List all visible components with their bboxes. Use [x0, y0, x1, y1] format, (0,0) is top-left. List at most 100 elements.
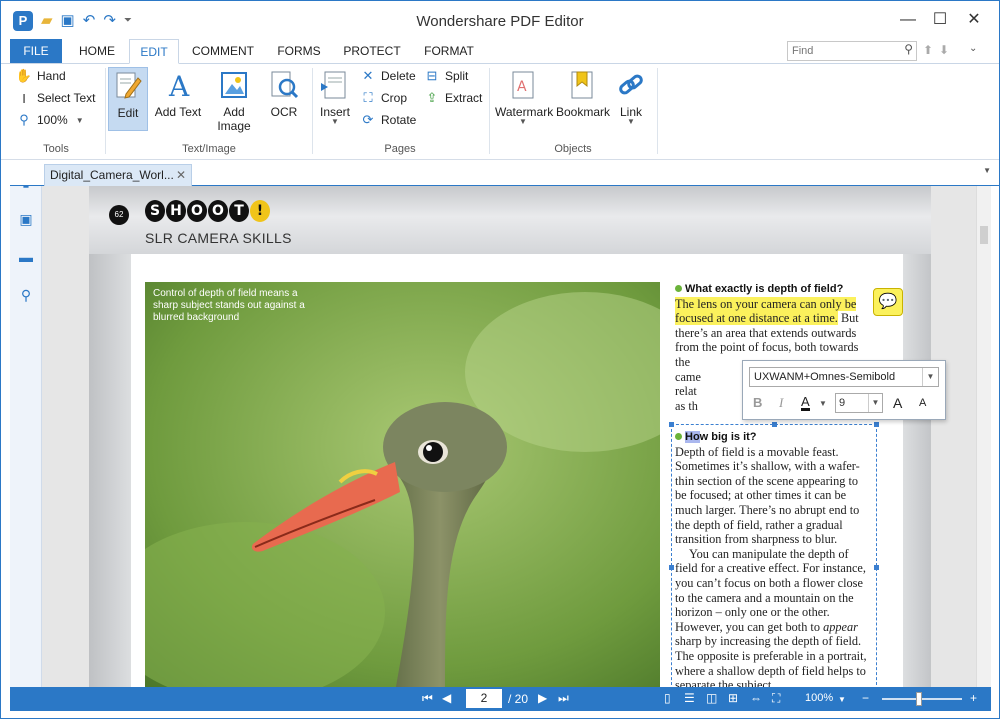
find-input[interactable] [788, 42, 896, 60]
body-paragraph: You can manipulate the depth of field fo… [675, 547, 871, 687]
zoom-dropdown[interactable]: ⚲ 100% ▼ [15, 110, 83, 130]
page-total: / 20 [508, 692, 529, 706]
page-number-badge: 62 [109, 205, 129, 225]
hand-tool-button[interactable]: ✋ Hand [15, 66, 66, 86]
resize-handle[interactable] [669, 422, 674, 427]
tab-forms[interactable]: FORMS [271, 39, 327, 64]
text-image-group-label: Text/Image [182, 143, 236, 155]
two-page-continuous-icon[interactable]: ⊞ [728, 691, 738, 705]
bookmarks-panel-icon[interactable]: ▣ [18, 211, 34, 227]
rotate-button[interactable]: ⟳ Rotate [359, 110, 417, 130]
font-size-value: 9 [839, 397, 846, 409]
bold-button[interactable]: B [753, 395, 762, 410]
chevron-down-icon: ▼ [627, 117, 635, 126]
svg-text:A: A [517, 79, 527, 95]
delete-page-button[interactable]: ✕ Delete [359, 66, 416, 86]
select-text-button[interactable]: I Select Text [15, 88, 95, 108]
tab-list-dropdown-icon[interactable]: ▼ [983, 166, 991, 175]
search-icon[interactable]: ⚲ [904, 42, 913, 56]
window-title: Wondershare PDF Editor [416, 13, 584, 30]
current-page-input[interactable]: 2 [466, 689, 502, 708]
resize-handle[interactable] [669, 565, 674, 570]
chevron-down-icon[interactable]: ▼ [922, 368, 938, 386]
close-button[interactable]: ✕ [959, 7, 989, 33]
font-name-value: UXWANM+Omnes-Semibold [754, 371, 896, 383]
find-previous-icon[interactable]: ⬆ [923, 43, 933, 57]
find-next-icon[interactable]: ⬇ [939, 43, 949, 57]
continuous-view-icon[interactable]: ☰ [684, 691, 695, 705]
watermark-button[interactable]: A Watermark ▼ [495, 67, 553, 131]
decrease-font-size-button[interactable]: A [919, 397, 926, 409]
tab-protect[interactable]: PROTECT [337, 39, 407, 64]
scrollbar-thumb[interactable] [980, 226, 988, 244]
selected-text[interactable]: Ho [685, 431, 700, 443]
previous-page-icon[interactable]: ◀ [442, 691, 451, 705]
font-size-select[interactable]: 9 ▼ [835, 393, 883, 413]
link-button[interactable]: Link ▼ [613, 67, 649, 131]
single-page-view-icon[interactable]: ▯ [664, 691, 671, 705]
tab-home[interactable]: HOME [71, 39, 123, 64]
document-viewport[interactable]: 62 S H O O T ! SLR CAMERA SKILLS Control… [42, 186, 976, 687]
increase-font-size-button[interactable]: A [893, 395, 902, 411]
chevron-down-icon[interactable]: ▼ [868, 394, 882, 412]
chevron-down-icon[interactable]: ▼ [838, 695, 846, 704]
italic-button[interactable]: I [779, 395, 783, 411]
shoot-letter: O [187, 200, 207, 222]
zoom-slider-knob[interactable] [916, 692, 922, 706]
two-page-view-icon[interactable]: ◫ [706, 691, 717, 705]
zoom-slider[interactable] [882, 692, 962, 706]
group-divider [105, 68, 106, 154]
delete-icon: ✕ [362, 68, 374, 83]
tab-comment[interactable]: COMMENT [187, 39, 259, 64]
add-image-button[interactable]: Add Image [206, 67, 262, 133]
resize-handle[interactable] [874, 565, 879, 570]
highlighted-text[interactable]: The lens on your camera can only be focu… [675, 296, 857, 326]
document-tab[interactable]: Digital_Camera_Worl... ✕ [44, 164, 192, 186]
chevron-down-icon[interactable]: ▼ [819, 399, 827, 408]
duck-photo[interactable]: Control of depth of field means a sharp … [145, 282, 660, 687]
svg-text:A: A [168, 70, 190, 101]
text-block-how-big[interactable]: How big is it? Depth of field is a movab… [675, 430, 871, 687]
fit-page-icon[interactable]: ⛶ [772, 691, 780, 706]
zoom-out-icon[interactable]: − [862, 691, 869, 705]
close-tab-icon[interactable]: ✕ [176, 165, 186, 185]
tab-format[interactable]: FORMAT [417, 39, 481, 64]
section-title: SLR CAMERA SKILLS [145, 230, 292, 246]
comments-panel-icon[interactable]: ▬ [18, 249, 34, 265]
maximize-button[interactable]: ☐ [925, 7, 955, 33]
tab-file[interactable]: FILE [10, 39, 62, 63]
resize-handle[interactable] [874, 422, 879, 427]
objects-group-label: Objects [554, 143, 592, 155]
bookmark-button[interactable]: Bookmark [556, 67, 610, 131]
body-text: sharp by increasing the depth of field. … [675, 634, 867, 687]
extract-button[interactable]: ⇪ Extract [423, 88, 483, 108]
zoom-level[interactable]: 100% [805, 692, 833, 704]
edit-button[interactable]: Edit [108, 67, 148, 131]
comment-note-icon[interactable]: 💬 [873, 288, 903, 316]
font-color-button[interactable]: A [801, 395, 810, 411]
search-panel-icon[interactable]: ⚲ [18, 287, 34, 303]
add-text-icon: A [168, 70, 190, 101]
collapse-ribbon-icon[interactable]: ⌄ [969, 43, 977, 54]
next-page-icon[interactable]: ▶ [538, 691, 547, 705]
ribbon: ✋ Hand I Select Text ⚲ 100% ▼ Tools Edit… [1, 64, 999, 160]
minimize-button[interactable]: — [893, 7, 923, 33]
last-page-icon[interactable]: ⏭ [558, 691, 569, 706]
shoot-letter: H [166, 200, 186, 222]
vertical-scrollbar[interactable] [976, 186, 991, 687]
tab-edit[interactable]: EDIT [129, 39, 179, 64]
add-text-button[interactable]: A Add Text [153, 67, 203, 131]
fit-width-icon[interactable]: ⇔ [750, 691, 762, 705]
edit-label: Edit [117, 106, 139, 120]
resize-handle[interactable] [772, 422, 777, 427]
ocr-button[interactable]: OCR [266, 67, 302, 131]
insert-button[interactable]: Insert ▼ [317, 67, 353, 131]
question-heading-text: What exactly is depth of field? [685, 283, 844, 295]
first-page-icon[interactable]: ⏮ [422, 691, 433, 706]
crop-button[interactable]: ⛶ Crop [359, 88, 407, 108]
font-name-select[interactable]: UXWANM+Omnes-Semibold ▼ [749, 367, 939, 387]
split-button[interactable]: ⊟ Split [423, 66, 469, 86]
zoom-in-icon[interactable]: + [970, 691, 977, 705]
bookmark-icon [571, 71, 593, 99]
menu-bar: FILE HOME EDIT COMMENT FORMS PROTECT FOR… [1, 39, 999, 64]
